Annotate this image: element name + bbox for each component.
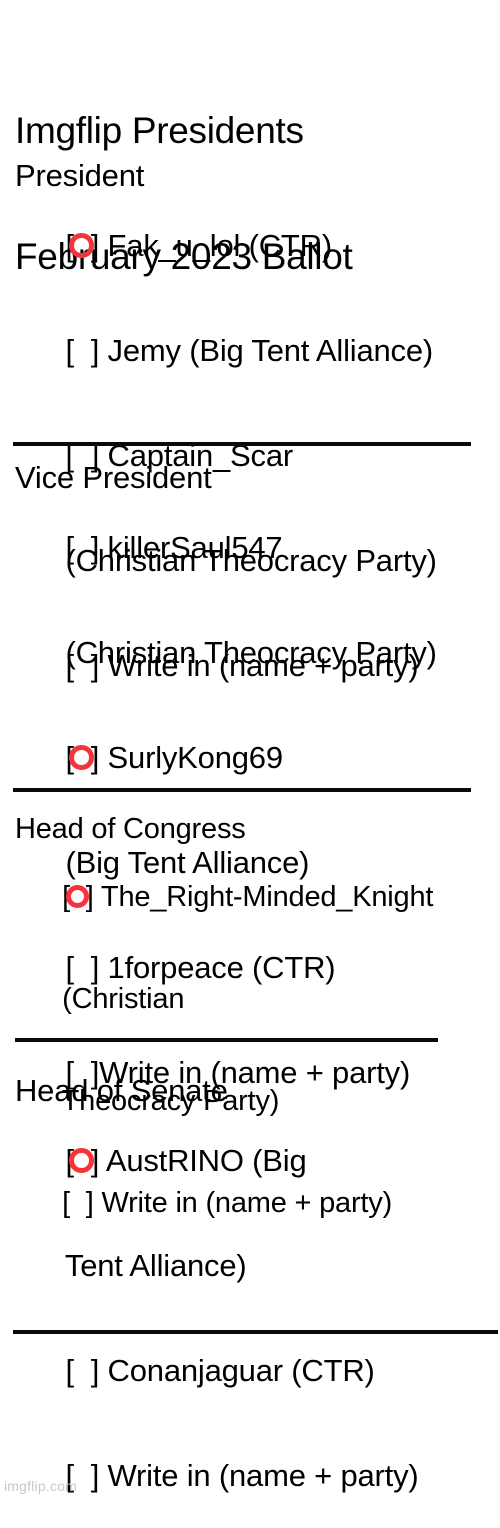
option-label: Write in (name + party) — [99, 1458, 419, 1493]
ballot-option[interactable]: [ ] SurlyKong69 — [15, 705, 500, 810]
option-label: The_Right-Minded_Knight — [93, 881, 434, 913]
section-divider — [13, 1330, 498, 1334]
option-label: SurlyKong69 — [99, 740, 284, 775]
ballot-image: Imgflip Presidents February 2023 Ballot … — [0, 0, 500, 1500]
option-party-continuation: (Christian — [15, 948, 500, 1050]
option-label: Fak_u_lol (CTR) — [99, 228, 333, 263]
section-divider — [13, 788, 471, 792]
race-heading: Vice President — [15, 460, 212, 495]
checkbox-empty[interactable]: [ ] — [65, 333, 99, 368]
checkbox-marked[interactable]: [ ] — [65, 740, 99, 775]
option-party-continuation: Tent Alliance) — [15, 1213, 500, 1318]
option-label: (Christian — [62, 983, 185, 1015]
ballot-option[interactable]: [ ] Fak_u_lol (CTR) — [15, 193, 500, 298]
checkbox-marked[interactable]: [ ] — [65, 228, 99, 263]
option-label: Jemy (Big Tent Alliance) — [99, 333, 434, 368]
race-heading: Head of Congress — [15, 813, 246, 845]
option-label: Tent Alliance) — [64, 1248, 247, 1283]
option-label: killerSaul547 — [99, 530, 283, 565]
option-party-continuation: (Christian Theocracy Party) — [15, 600, 500, 705]
selected-circle-mark — [65, 884, 89, 909]
selected-circle-mark — [69, 1148, 94, 1174]
ballot-option[interactable]: [ ] killerSaul547 — [15, 495, 500, 600]
race-heading: President — [15, 158, 145, 193]
ballot-option[interactable]: [ ] The_Right-Minded_Knight — [15, 846, 500, 948]
imgflip-watermark: imgflip.com — [4, 1478, 77, 1494]
title-line-1: Imgflip Presidents — [15, 110, 304, 151]
race-heading: Head of Senate — [15, 1073, 228, 1108]
ballot-option[interactable]: [ ] Jemy (Big Tent Alliance) — [15, 298, 500, 403]
checkbox-marked[interactable]: [ ] — [62, 880, 94, 914]
selected-circle-mark — [69, 233, 94, 259]
race-head-of-senate: Head of Senate [ ] AustRINO (Big Tent Al… — [15, 1073, 500, 1528]
section-divider — [15, 1038, 438, 1042]
option-label: AustRINO (Big — [99, 1143, 307, 1178]
checkbox-empty[interactable]: [ ] — [65, 530, 99, 565]
checkbox-marked[interactable]: [ ] — [65, 1143, 99, 1178]
option-label: Conanjaguar (CTR) — [99, 1353, 375, 1388]
checkbox-empty[interactable]: [ ] — [65, 1353, 99, 1388]
ballot-option-write-in[interactable]: [ ] Write in (name + party) — [15, 1423, 500, 1528]
section-divider — [13, 442, 471, 446]
option-label: (Christian Theocracy Party) — [65, 635, 437, 670]
ballot-option[interactable]: [ ] AustRINO (Big — [15, 1108, 500, 1213]
selected-circle-mark — [69, 745, 94, 771]
